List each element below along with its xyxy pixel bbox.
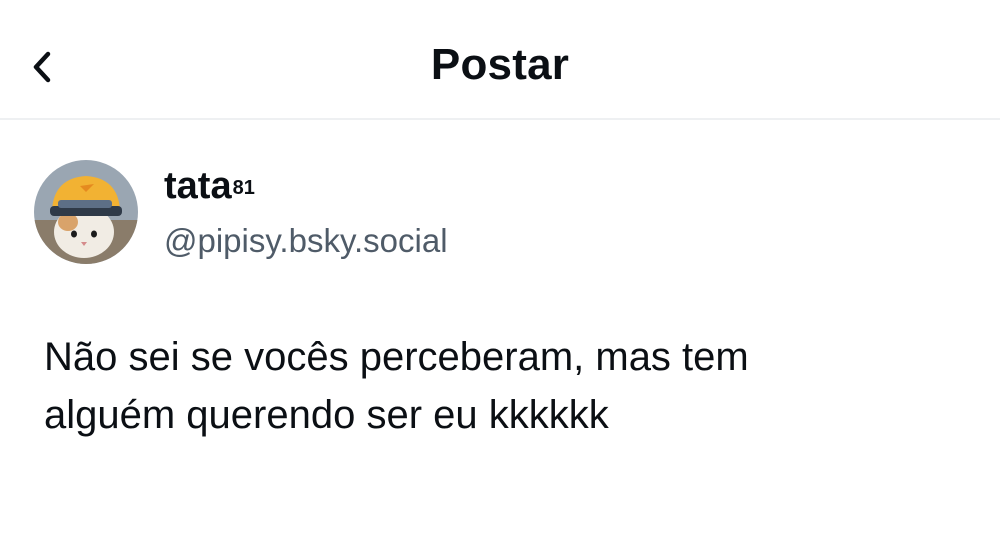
page-title: Postar <box>430 40 570 89</box>
cat-avatar-icon <box>34 160 138 264</box>
post-author: tata81 @pipisy.bsky.social <box>164 164 448 260</box>
avatar[interactable] <box>34 160 138 264</box>
display-name-text: tata <box>164 165 232 207</box>
post-card: tata81 @pipisy.bsky.social Não sei se vo… <box>0 120 1000 552</box>
top-bar: Postar <box>0 0 1000 120</box>
display-name-superscript: 81 <box>232 177 255 199</box>
post-body-text: Não sei se vocês perceberam, mas tem alg… <box>44 335 749 437</box>
author-handle[interactable]: @pipisy.bsky.social <box>164 222 448 260</box>
author-display-name[interactable]: tata81 <box>164 164 448 208</box>
